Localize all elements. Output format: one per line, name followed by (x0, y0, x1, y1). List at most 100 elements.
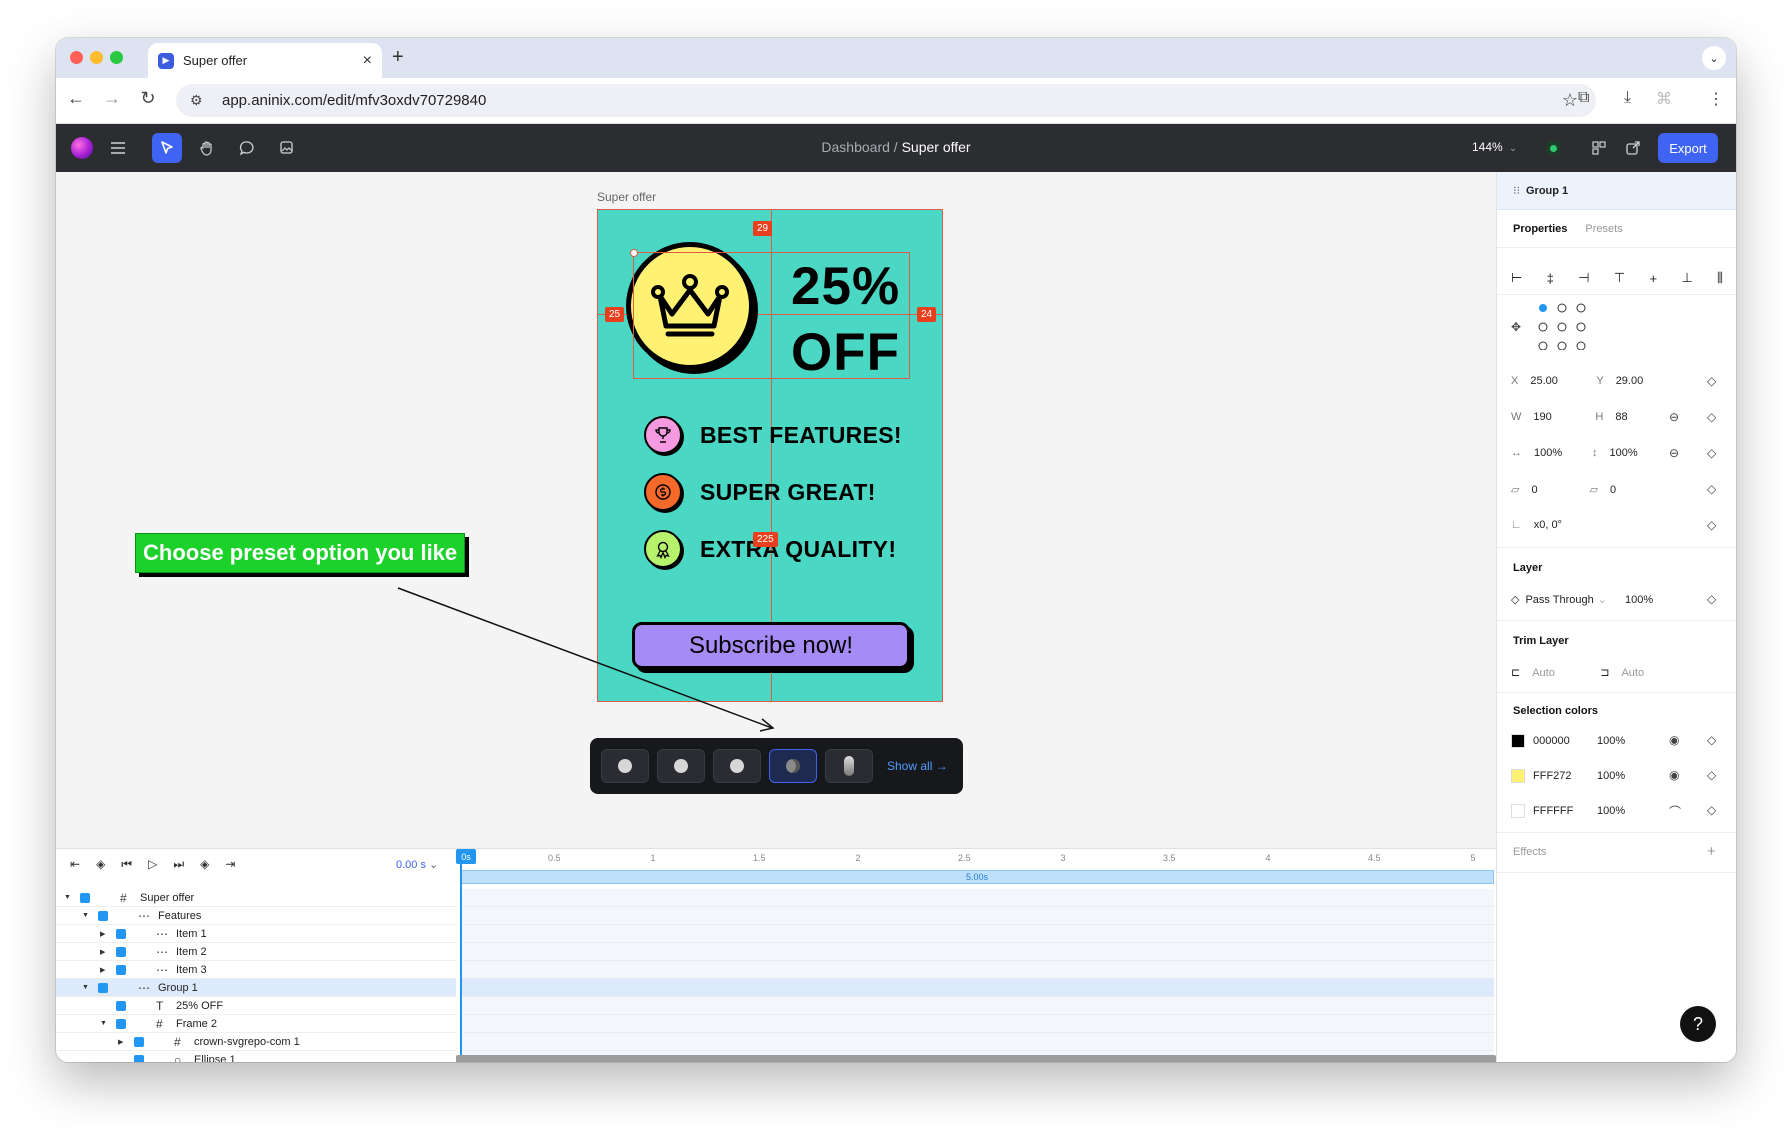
anchor-point-grid[interactable] (1537, 302, 1587, 350)
play-icon[interactable]: ▷ (148, 857, 157, 871)
rotation-input[interactable]: x0, 0° (1534, 519, 1562, 531)
eye-hidden-icon[interactable]: ⌒ (1669, 803, 1681, 820)
show-all-link[interactable]: Show all → (887, 759, 948, 773)
next-keyframe-icon[interactable]: ◈ (200, 857, 209, 871)
preset-option-4[interactable] (769, 749, 817, 783)
align-center-h-icon[interactable]: ‡ (1547, 271, 1554, 286)
layer-opacity-input[interactable]: 100% (1625, 594, 1653, 606)
align-middle-icon[interactable]: + (1649, 271, 1657, 286)
preset-option-2[interactable] (657, 749, 705, 783)
distribute-icon[interactable]: ⫼ (1717, 270, 1723, 286)
layer-row[interactable]: ▶ ⋯ Item 1 (56, 925, 456, 943)
expand-icon[interactable]: ▶ (100, 930, 105, 938)
color-opacity[interactable]: 100% (1597, 805, 1625, 817)
new-tab-icon[interactable]: + (392, 46, 404, 69)
collapse-icon[interactable]: ▼ (64, 894, 71, 901)
x-input[interactable]: 25.00 (1530, 375, 1596, 387)
duration-track[interactable]: 5.00s (460, 870, 1494, 884)
eye-icon[interactable]: ◉ (1669, 768, 1679, 782)
layer-row[interactable]: ▼ ⋯ Group 1 (56, 979, 456, 997)
skew-x-input[interactable]: 0 (1531, 484, 1589, 496)
back-icon[interactable]: ← (64, 88, 88, 109)
collapse-icon[interactable]: ▼ (82, 984, 89, 991)
expand-icon[interactable]: ▶ (100, 948, 105, 956)
scale-x-input[interactable]: 100% (1534, 447, 1592, 459)
y-input[interactable]: 29.00 (1616, 375, 1644, 387)
layer-visibility-icon[interactable] (116, 1018, 126, 1029)
selection-color-row[interactable]: 000000 100% (1511, 734, 1625, 748)
layer-row[interactable]: ▼ # Frame 2 (56, 1015, 456, 1033)
align-right-icon[interactable]: ⊣ (1578, 270, 1589, 286)
forward-icon[interactable]: → (100, 88, 124, 109)
keyframe-icon[interactable]: ◇ (1707, 733, 1716, 747)
export-button[interactable]: Export (1658, 133, 1718, 163)
layer-track[interactable] (460, 889, 1494, 907)
blend-mode-select[interactable]: Pass Through (1525, 594, 1593, 606)
preset-option-1[interactable] (601, 749, 649, 783)
layer-row[interactable]: ▶ # crown-svgrepo-com 1 (56, 1033, 456, 1051)
lock-scale-icon[interactable]: ⊖ (1669, 446, 1679, 460)
go-start-icon[interactable]: ⇤ (70, 857, 80, 871)
layer-row[interactable]: ▶ ⋯ Item 3 (56, 961, 456, 979)
expand-icon[interactable]: ▶ (118, 1038, 123, 1046)
collapse-icon[interactable]: ▼ (100, 1020, 107, 1027)
layer-row[interactable]: ▶ ⋯ Item 2 (56, 943, 456, 961)
color-swatch[interactable] (1511, 804, 1525, 818)
step-forward-icon[interactable]: ⏭ (173, 857, 184, 872)
keyframe-icon[interactable]: ◇ (1707, 592, 1716, 606)
selection-color-row[interactable]: FFFFFF 100% (1511, 804, 1625, 818)
browser-tab[interactable]: ▶ Super offer × (148, 43, 382, 78)
keyframe-icon[interactable]: ◇ (1707, 410, 1716, 424)
preset-option-5[interactable] (825, 749, 873, 783)
layer-track[interactable] (460, 997, 1494, 1015)
canvas[interactable]: Super offer 25% OFF 29 25 24 BEST FEATUR… (56, 172, 1496, 848)
url-field[interactable]: ⚙ app.aninix.com/edit/mfv3oxdv70729840 ☆ (176, 84, 1596, 117)
timeline-scrollbar[interactable] (456, 1055, 1496, 1062)
layer-track[interactable] (460, 979, 1494, 997)
tab-search-icon[interactable]: ⌄ (1702, 46, 1726, 70)
download-icon[interactable]: ⤓ (1624, 89, 1631, 107)
trim-end-input[interactable]: Auto (1621, 667, 1644, 679)
reload-icon[interactable]: ↻ (136, 88, 160, 109)
selection-color-row[interactable]: FFF272 100% (1511, 769, 1625, 783)
layer-track[interactable] (460, 1033, 1494, 1051)
layer-visibility-icon[interactable] (98, 910, 108, 921)
components-icon[interactable] (1584, 133, 1614, 163)
tab-properties[interactable]: Properties (1513, 223, 1567, 235)
align-top-icon[interactable]: ⊤ (1614, 270, 1625, 286)
layer-visibility-icon[interactable] (134, 1054, 144, 1062)
h-input[interactable]: 88 (1615, 411, 1627, 423)
layer-track[interactable] (460, 1015, 1494, 1033)
keyframe-icon[interactable]: ◇ (1707, 446, 1716, 460)
color-swatch[interactable] (1511, 769, 1525, 783)
layer-track[interactable] (460, 943, 1494, 961)
layer-row[interactable]: T 25% OFF (56, 997, 456, 1015)
site-settings-icon[interactable]: ⚙ (190, 92, 212, 109)
go-end-icon[interactable]: ⇥ (225, 857, 235, 871)
layer-visibility-icon[interactable] (116, 964, 126, 975)
keyframe-icon[interactable]: ◇ (1707, 482, 1716, 496)
color-hex[interactable]: FFF272 (1533, 770, 1597, 782)
lock-ratio-icon[interactable]: ⊖ (1669, 410, 1679, 424)
layer-track[interactable] (460, 925, 1494, 943)
collapse-icon[interactable]: ▼ (82, 912, 89, 919)
layer-row[interactable]: ○ Ellipse 1 (56, 1051, 456, 1062)
current-time[interactable]: 0.00 s ⌄ (396, 858, 438, 871)
color-hex[interactable]: 000000 (1533, 735, 1597, 747)
layer-row[interactable]: ▼ ⋯ Features (56, 907, 456, 925)
layer-row[interactable]: ▼ # Super offer (56, 889, 456, 907)
close-window-icon[interactable] (70, 51, 83, 64)
expand-icon[interactable]: ▶ (100, 966, 105, 974)
layer-track[interactable] (460, 961, 1494, 979)
step-back-icon[interactable]: ⏮ (121, 857, 132, 872)
breadcrumb-dashboard[interactable]: Dashboard (821, 139, 890, 155)
tab-presets[interactable]: Presets (1585, 223, 1622, 235)
color-swatch[interactable] (1511, 734, 1525, 748)
help-button[interactable]: ? (1680, 1006, 1716, 1042)
color-opacity[interactable]: 100% (1597, 770, 1625, 782)
layer-visibility-icon[interactable] (116, 1000, 126, 1011)
maximize-window-icon[interactable] (110, 51, 123, 64)
align-left-icon[interactable]: ⊢ (1511, 270, 1522, 286)
keyframe-icon[interactable]: ◇ (1707, 374, 1716, 388)
layer-visibility-icon[interactable] (134, 1036, 144, 1047)
